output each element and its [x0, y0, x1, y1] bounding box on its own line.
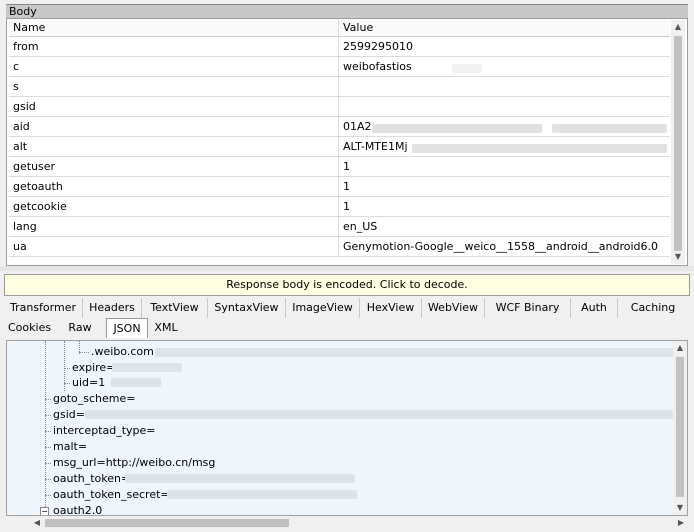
- tree-node-expire[interactable]: expire=: [72, 360, 115, 376]
- table-header-row: Name Value: [9, 20, 670, 37]
- table-row[interactable]: gsid: [9, 97, 670, 117]
- param-name-cell[interactable]: gsid: [9, 97, 339, 116]
- tab-raw[interactable]: Raw: [54, 318, 106, 338]
- param-value-cell[interactable]: [339, 97, 670, 116]
- tab-imageview[interactable]: ImageView: [286, 298, 360, 318]
- redaction-blur: [372, 124, 542, 133]
- param-name-cell[interactable]: from: [9, 37, 339, 56]
- tree-node-oauth-token-secret[interactable]: oauth_token_secret=: [53, 487, 170, 503]
- tab-json[interactable]: JSON: [106, 318, 148, 338]
- param-value-cell[interactable]: 1: [339, 157, 670, 176]
- redaction-blur: [167, 490, 357, 499]
- tree-node-goto-scheme[interactable]: goto_scheme=: [53, 391, 135, 407]
- param-name-cell[interactable]: c: [9, 57, 339, 76]
- tree-guide-line: [45, 399, 51, 400]
- tree-guide-line: [79, 352, 89, 353]
- param-name-cell[interactable]: alt: [9, 137, 339, 156]
- table-row[interactable]: s: [9, 77, 670, 97]
- tree-guide-line: [45, 447, 51, 448]
- decode-notice-bar[interactable]: Response body is encoded. Click to decod…: [4, 274, 690, 296]
- redaction-blur: [552, 124, 667, 133]
- table-row[interactable]: from 2599295010: [9, 37, 670, 57]
- tree-guide-line: [45, 495, 51, 496]
- tab-transformer[interactable]: Transformer: [4, 298, 83, 318]
- scroll-right-icon[interactable]: ▶: [674, 516, 688, 530]
- param-name-cell[interactable]: getoauth: [9, 177, 339, 196]
- redaction-blur: [452, 64, 482, 73]
- param-value-cell[interactable]: en_US: [339, 217, 670, 236]
- redaction-blur: [125, 474, 355, 483]
- tree-guide-line: [45, 341, 46, 515]
- inspector-tabs-row-1: Transformer Headers TextView SyntaxView …: [4, 298, 688, 318]
- tree-guide-line: [64, 383, 70, 384]
- param-value-cell[interactable]: weibofastios: [339, 57, 670, 76]
- param-value-cell[interactable]: [339, 77, 670, 96]
- table-row[interactable]: c weibofastios: [9, 57, 670, 77]
- tab-caching[interactable]: Caching: [618, 298, 688, 318]
- body-section-header: Body: [6, 4, 688, 18]
- scroll-down-icon[interactable]: ▼: [673, 501, 687, 515]
- param-name-cell[interactable]: ua: [9, 237, 339, 256]
- tree-node-weibo-domain[interactable]: .weibo.com=: [91, 344, 163, 360]
- column-header-name[interactable]: Name: [9, 20, 339, 36]
- tree-node-gsid[interactable]: gsid=: [53, 407, 85, 423]
- json-tree-view: .weibo.com= expire= uid=1 goto_scheme= g…: [6, 340, 688, 516]
- scroll-up-icon[interactable]: ▲: [673, 341, 687, 355]
- param-value-cell[interactable]: Genymotion-Google__weico__1558__android_…: [339, 237, 670, 256]
- tree-node-oauth2[interactable]: oauth2.0: [53, 503, 102, 515]
- tree-guide-line: [45, 415, 51, 416]
- param-name-cell[interactable]: getuser: [9, 157, 339, 176]
- tree-guide-line: [45, 479, 51, 480]
- redaction-blur: [412, 144, 667, 153]
- tree-node-msg-url[interactable]: msg_url=http://weibo.cn/msg: [53, 455, 215, 471]
- scrollbar-thumb[interactable]: [674, 36, 682, 251]
- tree-node-interceptad-type[interactable]: interceptad_type=: [53, 423, 156, 439]
- scrollbar-thumb[interactable]: [45, 519, 289, 527]
- column-header-value[interactable]: Value: [339, 20, 670, 36]
- tree-expander-icon[interactable]: −: [40, 507, 49, 515]
- tab-auth[interactable]: Auth: [571, 298, 618, 318]
- tree-node-oauth-token[interactable]: oauth_token=: [53, 471, 130, 487]
- tab-webview[interactable]: WebView: [422, 298, 485, 318]
- tab-headers[interactable]: Headers: [83, 298, 142, 318]
- tree-guide-line: [64, 368, 70, 369]
- table-row[interactable]: getcookie 1: [9, 197, 670, 217]
- tree-guide-line: [45, 463, 51, 464]
- tree-guide-line: [45, 431, 51, 432]
- param-name-cell[interactable]: getcookie: [9, 197, 339, 216]
- table-row[interactable]: getoauth 1: [9, 177, 670, 197]
- tab-cookies[interactable]: Cookies: [4, 318, 54, 338]
- param-name-cell[interactable]: aid: [9, 117, 339, 136]
- tree-vertical-scrollbar[interactable]: ▲ ▼: [673, 341, 687, 515]
- tab-wcf-binary[interactable]: WCF Binary: [485, 298, 571, 318]
- param-value-cell[interactable]: 1: [339, 177, 670, 196]
- body-params-grid: Name Value from 2599295010 c weibofastios s g…: [6, 18, 688, 266]
- param-name-cell[interactable]: s: [9, 77, 339, 96]
- scroll-down-icon[interactable]: ▼: [671, 250, 685, 264]
- tab-xml[interactable]: XML: [148, 318, 184, 338]
- table-row[interactable]: getuser 1: [9, 157, 670, 177]
- param-name-cell[interactable]: lang: [9, 217, 339, 236]
- tree-node-uid[interactable]: uid=1: [72, 375, 105, 391]
- scroll-up-icon[interactable]: ▲: [671, 20, 685, 34]
- scrollbar-thumb[interactable]: [676, 357, 684, 497]
- table-row[interactable]: lang en_US: [9, 217, 670, 237]
- grid-vertical-scrollbar[interactable]: ▲ ▼: [671, 20, 685, 264]
- param-value-cell[interactable]: 2599295010: [339, 37, 670, 56]
- param-value-cell[interactable]: 1: [339, 197, 670, 216]
- table-row[interactable]: ua Genymotion-Google__weico__1558__androi…: [9, 237, 670, 257]
- redaction-blur: [111, 378, 161, 387]
- tree-horizontal-scrollbar[interactable]: ◀ ▶: [30, 516, 688, 530]
- tree-node-malt[interactable]: malt=: [53, 439, 87, 455]
- params-table: Name Value from 2599295010 c weibofastios s g…: [9, 20, 670, 257]
- tab-syntaxview[interactable]: SyntaxView: [208, 298, 286, 318]
- redaction-blur: [85, 410, 685, 419]
- redaction-blur: [112, 363, 182, 372]
- pane-splitter[interactable]: [0, 266, 694, 271]
- inspector-tabs-row-2: Cookies Raw JSON XML: [4, 318, 184, 338]
- scroll-left-icon[interactable]: ◀: [30, 516, 44, 530]
- tab-textview[interactable]: TextView: [142, 298, 208, 318]
- redaction-blur: [155, 348, 685, 357]
- tab-hexview[interactable]: HexView: [360, 298, 422, 318]
